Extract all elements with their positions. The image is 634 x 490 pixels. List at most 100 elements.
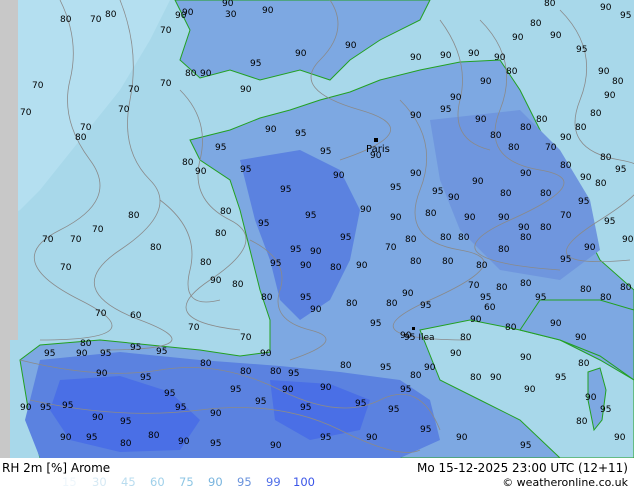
humidity-value-label: 95 (230, 385, 241, 395)
humidity-value-label: 95 (210, 439, 221, 449)
humidity-value-label: 95 (420, 425, 431, 435)
humidity-value-label: 95 (40, 403, 51, 413)
humidity-value-label: 90 (600, 3, 612, 13)
humidity-value-label: 90 (92, 413, 104, 423)
humidity-value-label: 80 (530, 19, 542, 29)
humidity-value-label: 90 (464, 213, 476, 223)
no-data-strip-lower (0, 340, 10, 458)
valid-time: Mo 15-12-2025 23:00 UTC (12+11) (416, 461, 628, 475)
humidity-value-label: 95 (62, 401, 73, 411)
legend-value: 75 (179, 475, 194, 489)
humidity-value-label: 90 (310, 247, 322, 257)
humidity-value-label: 90 (175, 11, 187, 21)
humidity-value-label: 95 (355, 399, 366, 409)
humidity-value-label: 80 (105, 10, 117, 20)
place-dot (412, 327, 415, 330)
humidity-value-label: 90 (575, 333, 587, 343)
humidity-value-label: 90 (260, 349, 272, 359)
humidity-value-label: 80 (150, 243, 162, 253)
city-label-paris: Paris (366, 144, 390, 155)
humidity-value-label: 80 (410, 257, 422, 267)
humidity-value-label: 70 (160, 26, 172, 36)
humidity-value-label: 90 (518, 223, 530, 233)
humidity-value-label: 90 (480, 77, 492, 87)
humidity-value-label: 90 (410, 53, 422, 63)
humidity-value-label: 80 (128, 211, 140, 221)
legend-value: 60 (150, 475, 165, 489)
humidity-value-label: 80 (476, 261, 488, 271)
humidity-value-label: 90 (450, 93, 462, 103)
humidity-map[interactable]: 80 90 30 90 70 90 90 80 70 90 90 95 80 90 70 90 70 70 90 95… (0, 0, 634, 458)
humidity-value-label: 95 (44, 349, 55, 359)
humidity-value-label: 90 (240, 85, 252, 95)
humidity-value-label: 90 (512, 33, 524, 43)
map-title: RH 2m [%] Arome (2, 461, 111, 475)
humidity-value-label: 80 (536, 115, 548, 125)
place-label: 95 Ilea (404, 333, 435, 343)
humidity-value-label: 80 (600, 153, 612, 163)
humidity-value-label: 90 (448, 193, 460, 203)
humidity-value-label: 70 (128, 85, 140, 95)
humidity-value-label: 95 (370, 319, 381, 329)
humidity-value-label: 95 (615, 165, 626, 175)
humidity-value-label: 90 (598, 67, 610, 77)
humidity-value-label: 95 (305, 211, 316, 221)
humidity-value-label: 80 (544, 0, 556, 9)
humidity-value-label: 90 (200, 69, 212, 79)
humidity-value-label: 90 (410, 169, 422, 179)
humidity-value-label: 70 (20, 108, 32, 118)
credit-link[interactable]: © weatheronline.co.uk (502, 476, 628, 489)
humidity-value-label: 90 (468, 49, 480, 59)
humidity-value-label: 90 (60, 433, 72, 443)
humidity-value-label: 80 (620, 283, 632, 293)
humidity-value-label: 80 (215, 229, 227, 239)
humidity-value-label: 95 (520, 441, 531, 451)
humidity-value-label: 80 (560, 161, 572, 171)
humidity-value-label: 90 (310, 305, 322, 315)
humidity-value-label: 95 (86, 433, 97, 443)
humidity-value-label: 95 (164, 389, 175, 399)
humidity-value-label: 90 (195, 167, 207, 177)
humidity-value-label: 95 (578, 197, 589, 207)
humidity-value-label: 80 (386, 299, 398, 309)
humidity-value-label: 80 (200, 258, 212, 268)
humidity-value-label: 95 (100, 349, 111, 359)
humidity-value-label: 95 (420, 301, 431, 311)
humidity-value-label: 95 (140, 373, 151, 383)
humidity-value-label: 90 (498, 213, 510, 223)
legend-value: 15 (62, 475, 77, 489)
humidity-value-label: 90 (178, 437, 190, 447)
humidity-value-label: 95 (432, 187, 443, 197)
paris-dot (374, 138, 378, 142)
humidity-value-label: 95 (555, 373, 566, 383)
humidity-value-label: 90 (494, 53, 506, 63)
humidity-value-label: 80 (270, 367, 282, 377)
humidity-value-label: 80 (600, 293, 612, 303)
humidity-value-label: 90 (470, 315, 482, 325)
legend-value: 90 (208, 475, 223, 489)
humidity-value-label: 95 (255, 397, 266, 407)
humidity-value-label: 95 (250, 59, 261, 69)
humidity-value-label: 95 (270, 259, 281, 269)
humidity-value-label: 90 (475, 115, 487, 125)
humidity-value-label: 70 (385, 243, 397, 253)
humidity-value-label: 80 (330, 263, 342, 273)
humidity-value-label: 90 (520, 353, 532, 363)
humidity-value-label: 70 (42, 235, 54, 245)
humidity-value-label: 80 (496, 283, 508, 293)
humidity-value-label: 90 (614, 433, 626, 443)
humidity-value-label: 80 (505, 323, 517, 333)
humidity-value-label: 70 (560, 211, 572, 221)
humidity-value-label: 80 (340, 361, 352, 371)
humidity-value-label: 80 (148, 431, 160, 441)
humidity-value-label: 80 (458, 233, 470, 243)
humidity-value-label: 90 (262, 6, 274, 16)
humidity-value-label: 90 (295, 49, 307, 59)
humidity-value-label: 80 (575, 123, 587, 133)
legend-value: 100 (293, 475, 315, 489)
humidity-value-label: 80 (540, 223, 552, 233)
humidity-value-label: 95 (604, 217, 615, 227)
humidity-value-label: 60 (130, 311, 142, 321)
weather-map-panel: 80 90 30 90 70 90 90 80 70 90 90 95 80 90 70 90 70 70 90 95… (0, 0, 634, 490)
humidity-value-label: 80 (442, 257, 454, 267)
